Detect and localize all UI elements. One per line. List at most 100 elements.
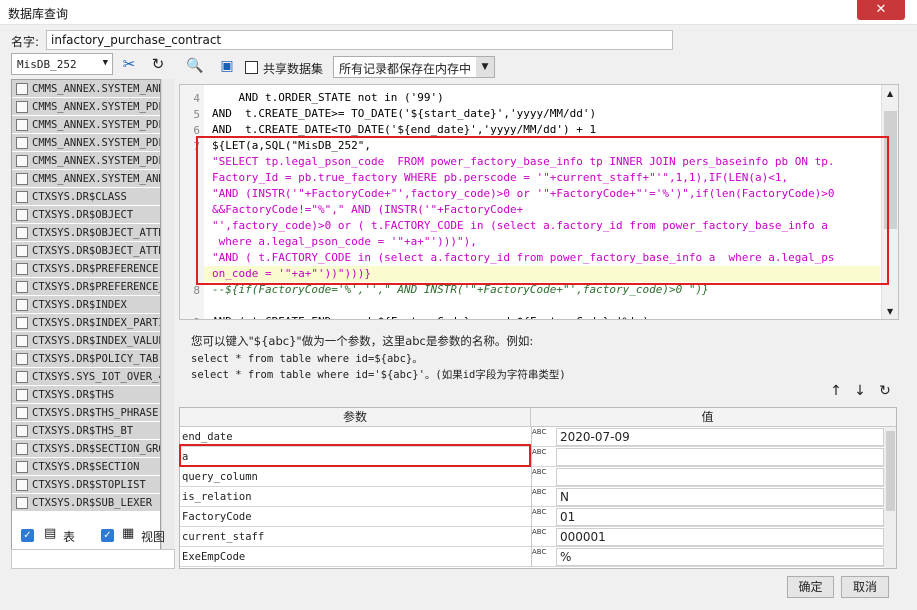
table-name: CTXSYS.DR$POLICY_TAB [32, 352, 159, 365]
view-checkbox[interactable]: ✓ [101, 528, 114, 542]
parameter-row[interactable]: FactoryCode ABC 01 [180, 507, 884, 527]
grid-scrollbar[interactable] [884, 427, 896, 568]
table-list-item[interactable]: CMMS_ANNEX.SYSTEM_ANNI [12, 80, 160, 98]
param-type-icon[interactable]: ABC [531, 547, 553, 567]
param-type-icon[interactable]: ABC [531, 467, 553, 487]
table-list-item[interactable]: CTXSYS.DR$OBJECT_ATTRI [12, 224, 160, 242]
table-list-item[interactable]: CTXSYS.DR$INDEX_VALUE [12, 332, 160, 350]
table-list-item[interactable]: CTXSYS.SYS_IOT_OVER_4( [12, 368, 160, 386]
share-dataset-label: 共享数据集 [263, 62, 324, 76]
table-icon [16, 136, 28, 149]
ok-button[interactable]: 确定 [787, 576, 834, 598]
param-type-icon[interactable]: ABC [531, 507, 553, 527]
parameter-value-input[interactable]: % [556, 548, 884, 566]
parameter-value-input[interactable]: N [556, 488, 884, 506]
table-list-item[interactable]: CTXSYS.DR$SUB_LEXER [12, 494, 160, 512]
table-list-item[interactable]: CTXSYS.DR$THS [12, 386, 160, 404]
table-name: CTXSYS.DR$OBJECT_ATTRI [32, 226, 161, 239]
table-list-item[interactable]: CTXSYS.DR$PREFERENCE [12, 260, 160, 278]
param-type-icon[interactable]: ABC [531, 487, 553, 507]
parameter-row[interactable]: is_relation ABC N [180, 487, 884, 507]
table-list-item[interactable]: CMMS_ANNEX.SYSTEM_PDF_ [12, 134, 160, 152]
table-list-item[interactable]: CTXSYS.DR$POLICY_TAB [12, 350, 160, 368]
close-icon[interactable]: ✕ [857, 0, 905, 20]
table-name: CTXSYS.DR$SECTION [32, 460, 140, 473]
table-icon [16, 496, 28, 509]
table-list-item[interactable]: CTXSYS.DR$SECTION [12, 458, 160, 476]
table-checkbox-label: 表 [63, 530, 76, 544]
name-input[interactable] [46, 30, 673, 50]
table-icon [16, 460, 28, 473]
column-header-value: 值 [701, 410, 714, 424]
table-name: CTXSYS.DR$OBJECT [32, 208, 134, 221]
parameter-name: ExeEmpCode [182, 551, 246, 563]
help-line-2: select * from table where id=${abc}。 [191, 353, 423, 365]
database-select-value: MisDB_252 [17, 58, 77, 71]
code-line: AND t.ORDER_STATE not in ('99') [212, 91, 444, 104]
table-list-item[interactable]: CTXSYS.DR$THS_BT [12, 422, 160, 440]
table-list[interactable]: CMMS_ANNEX.SYSTEM_ANNI CMMS_ANNEX.SYSTEM_… [11, 79, 161, 561]
param-type-icon[interactable]: ABC [531, 527, 553, 547]
arrow-up-icon[interactable]: ↑ [827, 383, 845, 399]
table-icon [16, 172, 28, 185]
database-select[interactable]: MisDB_252 ▼ [11, 53, 113, 75]
table-list-item[interactable]: CMMS_ANNEX.SYSTEM_PDF_ [12, 98, 160, 116]
table-name: CMMS_ANNEX.SYSTEM_PDF_ [32, 136, 161, 149]
table-icon [16, 406, 28, 419]
parameter-row[interactable]: ExeEmpCode ABC% [180, 547, 884, 567]
param-highlight-box [179, 444, 531, 467]
table-name: CMMS_ANNEX.SYSTEM_ANNI [32, 172, 161, 185]
table-list-item[interactable]: CTXSYS.DR$STOPLIST [12, 476, 160, 494]
table-icon [16, 226, 28, 239]
table-icon [16, 154, 28, 167]
param-type-icon[interactable]: ABC [531, 427, 553, 447]
table-icon [16, 298, 28, 311]
table-list-item[interactable]: CMMS_ANNEX.SYSTEM_PDF_ [12, 116, 160, 134]
table-list-item[interactable]: CTXSYS.DR$THS_PHRASE [12, 404, 160, 422]
parameter-grid: 参数 值 end_date ABC 2020-07-09 a ABC query_colu… [179, 407, 897, 569]
column-header-param: 参数 [180, 408, 531, 427]
table-icon [16, 100, 28, 113]
parameter-name: current_staff [182, 531, 265, 543]
table-icon [16, 262, 28, 275]
parameter-value-input[interactable]: 01 [556, 508, 884, 526]
parameter-value-input[interactable] [556, 448, 884, 466]
table-checkbox[interactable]: ✓ [21, 528, 34, 542]
table-list-item[interactable]: CTXSYS.DR$SECTION_GROU [12, 440, 160, 458]
left-search-box[interactable] [11, 549, 175, 569]
tools-icon[interactable]: ✂ [118, 53, 140, 75]
table-list-scrollbar[interactable] [161, 79, 174, 561]
parameter-value-input[interactable] [556, 468, 884, 486]
parameter-value-input[interactable]: 2020-07-09 [556, 428, 884, 446]
parameter-help: 您可以键入"${abc}"做为一个参数，这里abc是参数的名称。例如: sele… [191, 333, 831, 383]
sql-highlight-box [196, 136, 889, 285]
memory-mode-select[interactable]: 所有记录都保存在内存中 ▼ [333, 56, 495, 78]
refresh-params-icon[interactable]: ↻ [876, 383, 894, 399]
table-list-item[interactable]: CTXSYS.DR$INDEX_PARTIT [12, 314, 160, 332]
table-list-item[interactable]: CTXSYS.DR$OBJECT_ATTRI [12, 242, 160, 260]
table-list-item[interactable]: CMMS_ANNEX.SYSTEM_PDF_ [12, 152, 160, 170]
parameter-value-input[interactable]: 000001 [556, 528, 884, 546]
table-name: CTXSYS.SYS_IOT_OVER_4( [32, 370, 161, 383]
cancel-button[interactable]: 取消 [841, 576, 889, 598]
table-list-item[interactable]: CTXSYS.DR$PREFERENCE_ [12, 278, 160, 296]
memory-mode-value: 所有记录都保存在内存中 [339, 62, 472, 76]
arrow-down-icon[interactable]: ↓ [851, 383, 869, 399]
table-icon [16, 280, 28, 293]
table-list-item[interactable]: CTXSYS.DR$INDEX [12, 296, 160, 314]
share-checkbox[interactable] [245, 60, 258, 74]
table-icon [16, 478, 28, 491]
parameter-row[interactable]: current_staff ABC 000001 [180, 527, 884, 547]
chevron-down-icon: ▼ [102, 58, 108, 68]
preview-icon[interactable]: 🔍 [184, 55, 206, 77]
parameter-row[interactable]: query_column ABC [180, 467, 884, 487]
refresh-icon[interactable]: ↻ [147, 53, 169, 75]
table-list-item[interactable]: CTXSYS.DR$OBJECT [12, 206, 160, 224]
view-checkbox-label: 视图 [141, 530, 166, 544]
param-type-icon[interactable]: ABC [531, 447, 553, 467]
save-icon[interactable]: ▣ [216, 55, 238, 77]
line-number: 4 [193, 92, 200, 105]
table-list-item[interactable]: CMMS_ANNEX.SYSTEM_ANNI [12, 170, 160, 188]
table-list-item[interactable]: CTXSYS.DR$CLASS [12, 188, 160, 206]
left-panel: MisDB_252 ▼ ✂ ↻ CMMS_ANNEX.SYSTEM_ANNI CM… [11, 53, 175, 569]
